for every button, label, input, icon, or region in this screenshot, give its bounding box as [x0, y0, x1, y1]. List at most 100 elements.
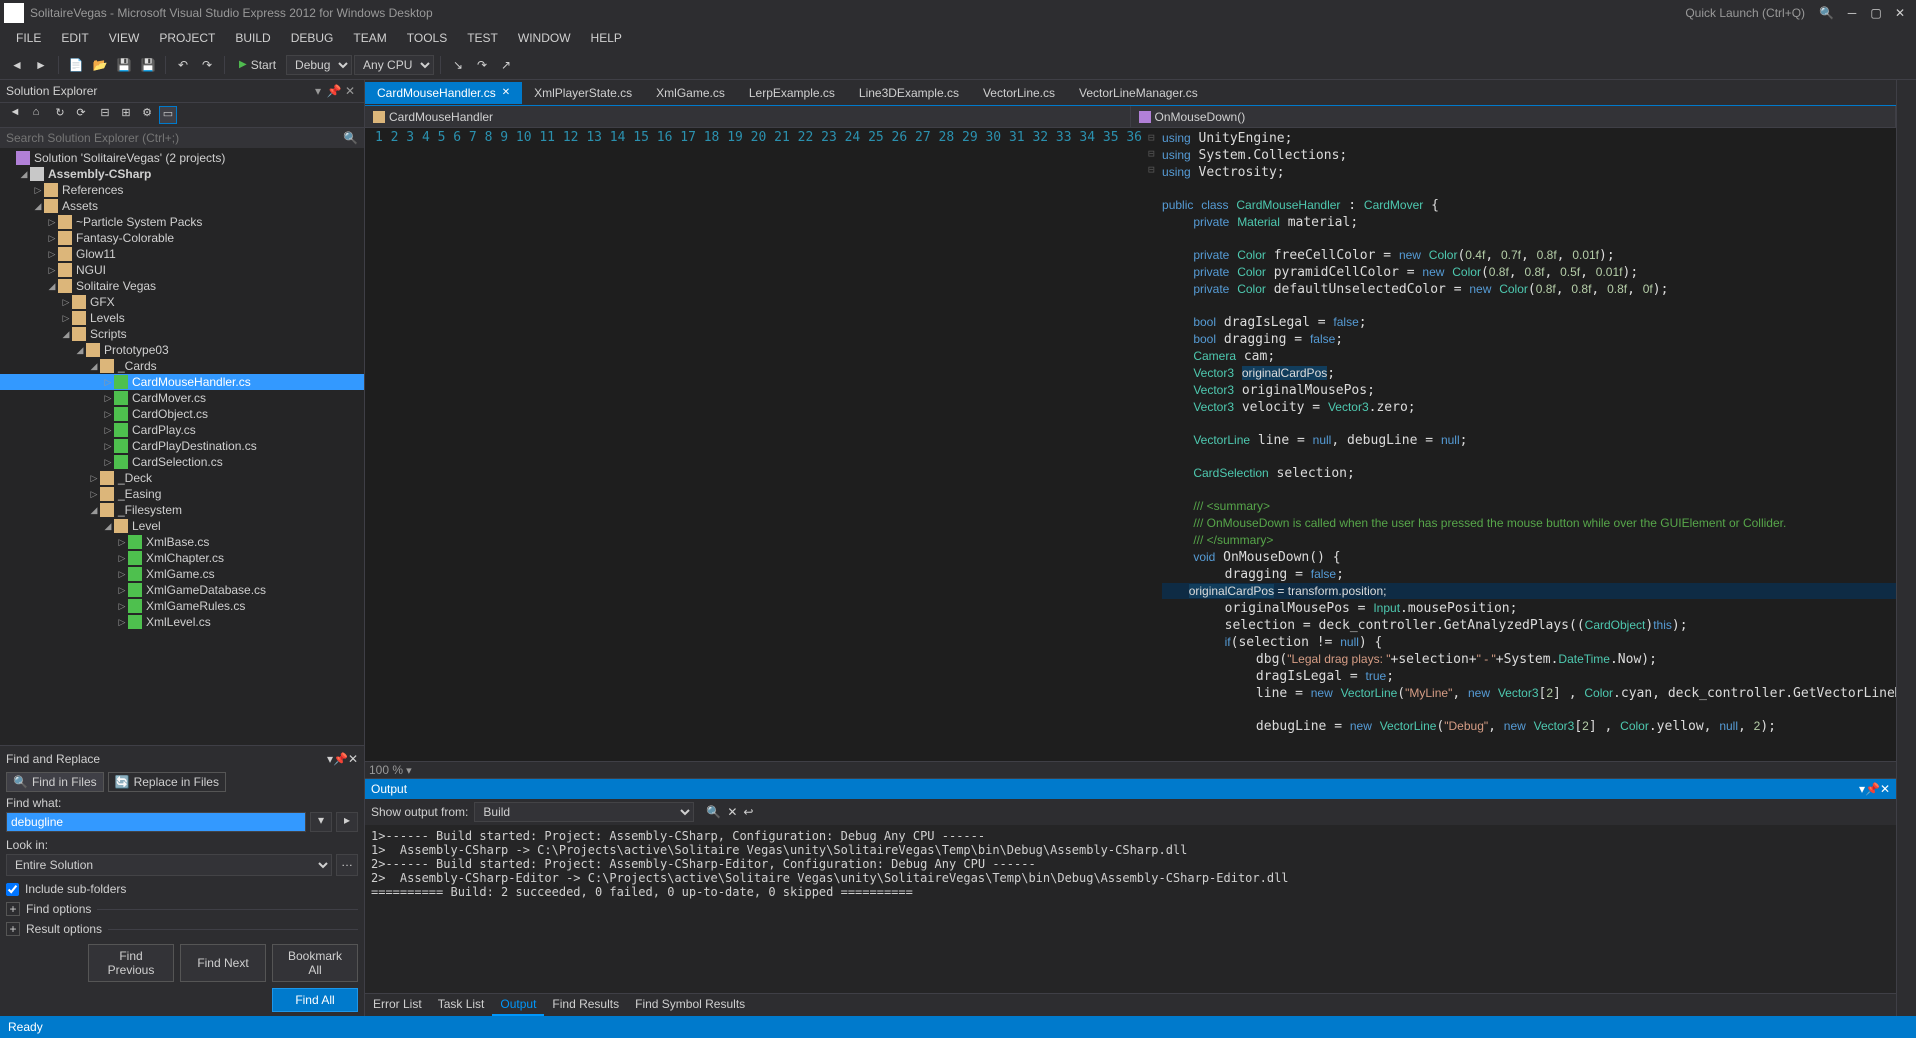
menu-window[interactable]: WINDOW: [508, 28, 581, 48]
start-button[interactable]: ▶Start: [231, 58, 284, 72]
tree-item[interactable]: ▷XmlBase.cs: [0, 534, 364, 550]
editor-tab[interactable]: XmlGame.cs: [644, 82, 737, 104]
new-project-icon[interactable]: 📄: [65, 54, 87, 76]
editor-tab[interactable]: VectorLine.cs: [971, 82, 1067, 104]
save-icon[interactable]: 💾: [113, 54, 135, 76]
menu-test[interactable]: TEST: [457, 28, 508, 48]
step-into-icon[interactable]: ↘: [447, 54, 469, 76]
tree-item[interactable]: ▷CardPlayDestination.cs: [0, 438, 364, 454]
tree-item[interactable]: ◢Level: [0, 518, 364, 534]
tree-item[interactable]: ◢Scripts: [0, 326, 364, 342]
bottom-tab[interactable]: Find Results: [544, 994, 627, 1016]
expr-builder-icon[interactable]: ▸: [336, 812, 358, 832]
tree-item[interactable]: ▷XmlGameRules.cs: [0, 598, 364, 614]
find-in-files-tab[interactable]: 🔍 Find in Files: [6, 772, 104, 792]
solution-tree[interactable]: Solution 'SolitaireVegas' (2 projects)◢A…: [0, 148, 364, 745]
close-button[interactable]: ✕: [1888, 6, 1912, 20]
editor-tab[interactable]: VectorLineManager.cs: [1067, 82, 1210, 104]
maximize-button[interactable]: ▢: [1864, 6, 1888, 20]
tree-item[interactable]: ▷CardSelection.cs: [0, 454, 364, 470]
replace-in-files-tab[interactable]: 🔄 Replace in Files: [108, 772, 226, 792]
code-editor[interactable]: 1 2 3 4 5 6 7 8 9 10 11 12 13 14 15 16 1…: [365, 128, 1896, 761]
config-dropdown[interactable]: Debug: [286, 55, 352, 75]
redo-icon[interactable]: ↷: [196, 54, 218, 76]
open-file-icon[interactable]: 📂: [89, 54, 111, 76]
sync-icon[interactable]: ↻: [51, 106, 69, 124]
fold-gutter[interactable]: ⊟ ⊟ ⊟: [1148, 128, 1162, 761]
output-body[interactable]: 1>------ Build started: Project: Assembl…: [365, 825, 1896, 993]
result-options-expander[interactable]: +Result options: [6, 922, 358, 936]
tree-item[interactable]: ▷XmlLevel.cs: [0, 614, 364, 630]
solution-explorer-search[interactable]: 🔍: [0, 128, 364, 148]
find-next-button[interactable]: Find Next: [180, 944, 266, 982]
back-icon[interactable]: ◄: [6, 106, 24, 124]
tree-item[interactable]: ▷Glow11: [0, 246, 364, 262]
close-icon[interactable]: ✕: [502, 87, 510, 98]
showall-icon[interactable]: ⊞: [117, 106, 135, 124]
bottom-tab[interactable]: Error List: [365, 994, 430, 1016]
find-what-input[interactable]: [6, 812, 306, 832]
close-icon[interactable]: ✕: [348, 752, 358, 766]
menu-edit[interactable]: EDIT: [51, 28, 98, 48]
editor-tab[interactable]: CardMouseHandler.cs✕: [365, 82, 522, 104]
menu-view[interactable]: VIEW: [99, 28, 150, 48]
bottom-tab[interactable]: Task List: [430, 994, 493, 1016]
search-icon[interactable]: 🔍: [1819, 6, 1834, 20]
browse-icon[interactable]: …: [336, 854, 358, 876]
tree-item[interactable]: ◢Assembly-CSharp: [0, 166, 364, 182]
nav-fwd-icon[interactable]: ►: [30, 54, 52, 76]
step-out-icon[interactable]: ↗: [495, 54, 517, 76]
collapse-icon[interactable]: ⊟: [96, 106, 114, 124]
clear-icon[interactable]: ✕: [727, 805, 737, 819]
member-nav-dropdown[interactable]: OnMouseDown(): [1131, 106, 1897, 127]
type-nav-dropdown[interactable]: CardMouseHandler: [365, 106, 1131, 127]
find-previous-button[interactable]: Find Previous: [88, 944, 174, 982]
search-input[interactable]: [6, 131, 343, 145]
menu-help[interactable]: HELP: [581, 28, 632, 48]
save-all-icon[interactable]: 💾: [137, 54, 159, 76]
dropdown-icon[interactable]: ▾: [310, 84, 326, 98]
quick-launch-hint[interactable]: Quick Launch (Ctrl+Q): [1685, 6, 1805, 20]
wrap-icon[interactable]: ↩: [743, 805, 753, 819]
properties-icon[interactable]: ⚙: [138, 106, 156, 124]
close-icon[interactable]: ✕: [342, 84, 358, 98]
search-icon[interactable]: 🔍: [343, 131, 358, 145]
tree-item[interactable]: ▷_Easing: [0, 486, 364, 502]
dropdown-icon[interactable]: ▾: [310, 812, 332, 832]
tree-item[interactable]: ◢_Filesystem: [0, 502, 364, 518]
bookmark-all-button[interactable]: Bookmark All: [272, 944, 358, 982]
tree-item[interactable]: ◢Assets: [0, 198, 364, 214]
zoom-indicator[interactable]: 100 % ▾: [365, 761, 1896, 778]
editor-tab[interactable]: Line3DExample.cs: [847, 82, 971, 104]
menu-debug[interactable]: DEBUG: [281, 28, 344, 48]
tree-item[interactable]: ▷CardMover.cs: [0, 390, 364, 406]
find-options-expander[interactable]: +Find options: [6, 902, 358, 916]
tree-item[interactable]: Solution 'SolitaireVegas' (2 projects): [0, 150, 364, 166]
tree-item[interactable]: ▷CardObject.cs: [0, 406, 364, 422]
tree-item[interactable]: ▷Fantasy-Colorable: [0, 230, 364, 246]
step-over-icon[interactable]: ↷: [471, 54, 493, 76]
pin-icon[interactable]: 📌: [333, 752, 348, 766]
look-in-select[interactable]: Entire Solution: [6, 854, 332, 876]
menu-team[interactable]: TEAM: [343, 28, 396, 48]
include-subfolders-checkbox[interactable]: Include sub-folders: [6, 882, 358, 896]
tree-item[interactable]: ▷Levels: [0, 310, 364, 326]
refresh-icon[interactable]: ⟳: [72, 106, 90, 124]
tree-item[interactable]: ▷NGUI: [0, 262, 364, 278]
right-margin-glyph[interactable]: [1896, 80, 1916, 1016]
tree-item[interactable]: ▷XmlGame.cs: [0, 566, 364, 582]
tree-item[interactable]: ▷References: [0, 182, 364, 198]
find-all-button[interactable]: Find All: [272, 988, 358, 1012]
minimize-button[interactable]: ─: [1840, 6, 1864, 20]
nav-back-icon[interactable]: ◄: [6, 54, 28, 76]
tree-item[interactable]: ▷CardPlay.cs: [0, 422, 364, 438]
output-source-select[interactable]: Build: [474, 802, 694, 822]
tree-item[interactable]: ▷XmlChapter.cs: [0, 550, 364, 566]
menu-tools[interactable]: TOOLS: [397, 28, 457, 48]
preview-icon[interactable]: ▭: [159, 106, 177, 124]
tree-item[interactable]: ▷_Deck: [0, 470, 364, 486]
home-icon[interactable]: ⌂: [27, 106, 45, 124]
close-icon[interactable]: ✕: [1880, 782, 1890, 796]
menu-file[interactable]: FILE: [6, 28, 51, 48]
bottom-tab[interactable]: Find Symbol Results: [627, 994, 753, 1016]
